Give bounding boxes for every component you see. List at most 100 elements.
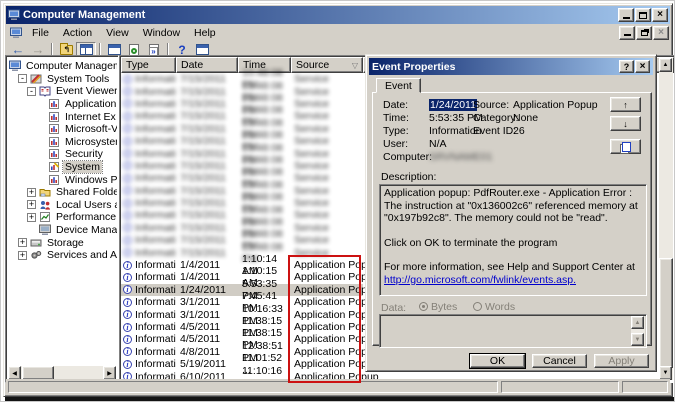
tree-item[interactable]: Windows P: [7, 173, 117, 186]
event-source-cell: Service: [291, 247, 363, 259]
information-icon: i: [123, 335, 132, 344]
next-event-button[interactable]: ↓: [610, 116, 641, 131]
event-type-cell: iInformation: [121, 197, 176, 209]
data-bytes-radio[interactable]: Bytes: [419, 301, 457, 313]
tree-item[interactable]: Security: [7, 148, 117, 161]
mdi-minimize-button[interactable]: [619, 26, 635, 40]
tree-expander[interactable]: +: [27, 200, 36, 209]
tree-item-label: Application: [63, 98, 117, 110]
scroll-down-icon[interactable]: ▼: [659, 366, 672, 380]
close-button[interactable]: ×: [652, 8, 668, 22]
scrollbar-thumb[interactable]: [22, 366, 54, 380]
tree-expander[interactable]: -: [27, 87, 36, 96]
scroll-right-icon[interactable]: ▶: [103, 366, 116, 380]
event-type-cell: iInformation: [121, 86, 176, 98]
tree-expander[interactable]: +: [27, 213, 36, 222]
tree-item[interactable]: - System Tools: [7, 73, 117, 86]
computer-label: Computer:: [383, 151, 432, 163]
previous-event-button[interactable]: ↑: [610, 97, 641, 112]
tree-item[interactable]: Application: [7, 98, 117, 111]
dialog-close-button[interactable]: ×: [635, 60, 650, 73]
tree-expander[interactable]: +: [27, 188, 36, 197]
copy-button[interactable]: [610, 139, 641, 154]
tree-item-label: Device Manage: [54, 224, 117, 236]
tree-item-label: System Tools: [45, 73, 111, 85]
user-value: N/A: [429, 138, 447, 150]
event-date-cell: 7/15/2011: [176, 185, 238, 197]
tree-item[interactable]: Microsyster: [7, 136, 117, 149]
event-type-cell: iInformation: [121, 148, 176, 160]
event-type-cell: iInformation: [121, 185, 176, 197]
data-scrollbar[interactable]: ▲ ▼: [631, 316, 645, 346]
menu-action[interactable]: Action: [56, 25, 99, 41]
mdi-close-button[interactable]: ×: [653, 26, 669, 40]
tree-item[interactable]: + Performance Lo: [7, 211, 117, 224]
event-source-cell: Service: [291, 185, 363, 197]
radio-selected-icon: [419, 302, 428, 311]
tree-expander[interactable]: -: [18, 74, 27, 83]
tree-item[interactable]: Internet Ex: [7, 110, 117, 123]
tree-item-label: Security: [63, 148, 105, 160]
description-paragraph: Application popup: PdfRouter.exe - Appli…: [384, 187, 642, 225]
event-source-cell: Application Popup: [291, 309, 363, 321]
tree-expander[interactable]: +: [18, 238, 27, 247]
menu-window[interactable]: Window: [136, 25, 187, 41]
tree-item[interactable]: Microsoft-V: [7, 123, 117, 136]
scroll-down-icon[interactable]: ▼: [631, 333, 644, 346]
apply-button[interactable]: Apply: [594, 354, 649, 368]
events-help-link[interactable]: http://go.microsoft.com/fwlink/events.as…: [384, 274, 576, 286]
tree-item[interactable]: + Shared Folders: [7, 186, 117, 199]
event-date-cell: 4/5/2011: [176, 321, 238, 333]
tree-item[interactable]: Device Manage: [7, 224, 117, 237]
data-words-radio[interactable]: Words: [473, 301, 515, 313]
column-header-source[interactable]: Source▽: [291, 57, 363, 73]
event-type-cell: iInformation: [121, 321, 176, 333]
description-box[interactable]: Application popup: PdfRouter.exe - Appli…: [379, 184, 647, 296]
computer-icon: [8, 9, 20, 21]
tab-event[interactable]: Event: [376, 78, 421, 93]
tree-item[interactable]: System: [7, 161, 117, 174]
services-icon: [30, 249, 42, 261]
minimize-button[interactable]: [618, 8, 634, 22]
dialog-title-bar[interactable]: Event Properties ? ×: [369, 58, 653, 75]
menu-view[interactable]: View: [99, 25, 136, 41]
scroll-up-icon[interactable]: ▲: [659, 58, 672, 72]
column-header-type[interactable]: Type: [121, 57, 176, 73]
scrollbar-thumb[interactable]: [659, 258, 673, 368]
tree-item[interactable]: + Local Users and: [7, 199, 117, 212]
tree-item[interactable]: + Services and Applic: [7, 249, 117, 262]
tree-item-label: Local Users and: [54, 199, 117, 211]
scroll-left-icon[interactable]: ◀: [8, 366, 21, 380]
information-icon: i: [123, 273, 132, 282]
mdi-restore-button[interactable]: [636, 26, 652, 40]
cancel-button[interactable]: Cancel: [532, 354, 587, 368]
performance-icon: [39, 211, 51, 223]
dialog-help-button[interactable]: ?: [619, 60, 634, 73]
tree-item[interactable]: Computer Management: [7, 60, 117, 73]
tree-horizontal-scrollbar[interactable]: ◀ ▶: [8, 366, 116, 380]
tree-expander[interactable]: +: [18, 251, 27, 260]
event-date-cell: 7/15/2011: [176, 247, 238, 259]
window-title: Computer Management: [23, 9, 145, 21]
column-header-date[interactable]: Date: [176, 57, 238, 73]
event-log-open-icon: [48, 161, 60, 173]
scroll-up-icon[interactable]: ▲: [631, 316, 644, 329]
properties-icon: [108, 44, 121, 55]
category-label: Category:: [473, 112, 519, 124]
data-box[interactable]: ▲ ▼: [379, 314, 647, 348]
menu-help[interactable]: Help: [187, 25, 223, 41]
information-icon: i: [123, 347, 132, 356]
event-date-cell: 7/15/2011: [176, 123, 238, 135]
title-bar[interactable]: Computer Management ×: [6, 6, 670, 24]
event-log-icon: [48, 136, 60, 148]
menu-file[interactable]: File: [25, 25, 56, 41]
ok-button[interactable]: OK: [470, 354, 525, 368]
tree-item-label: Shared Folders: [54, 186, 117, 198]
date-value[interactable]: 1/24/2011: [429, 99, 477, 111]
tree-item-label: Storage: [45, 237, 86, 249]
tree-item[interactable]: - Event Viewer: [7, 85, 117, 98]
tree-item[interactable]: + Storage: [7, 236, 117, 249]
list-vertical-scrollbar[interactable]: ▲ ▼: [659, 58, 673, 380]
maximize-button[interactable]: [635, 8, 651, 22]
event-row[interactable]: iInformation 7/15/2011 10:48:08 PM Servi…: [121, 246, 363, 258]
